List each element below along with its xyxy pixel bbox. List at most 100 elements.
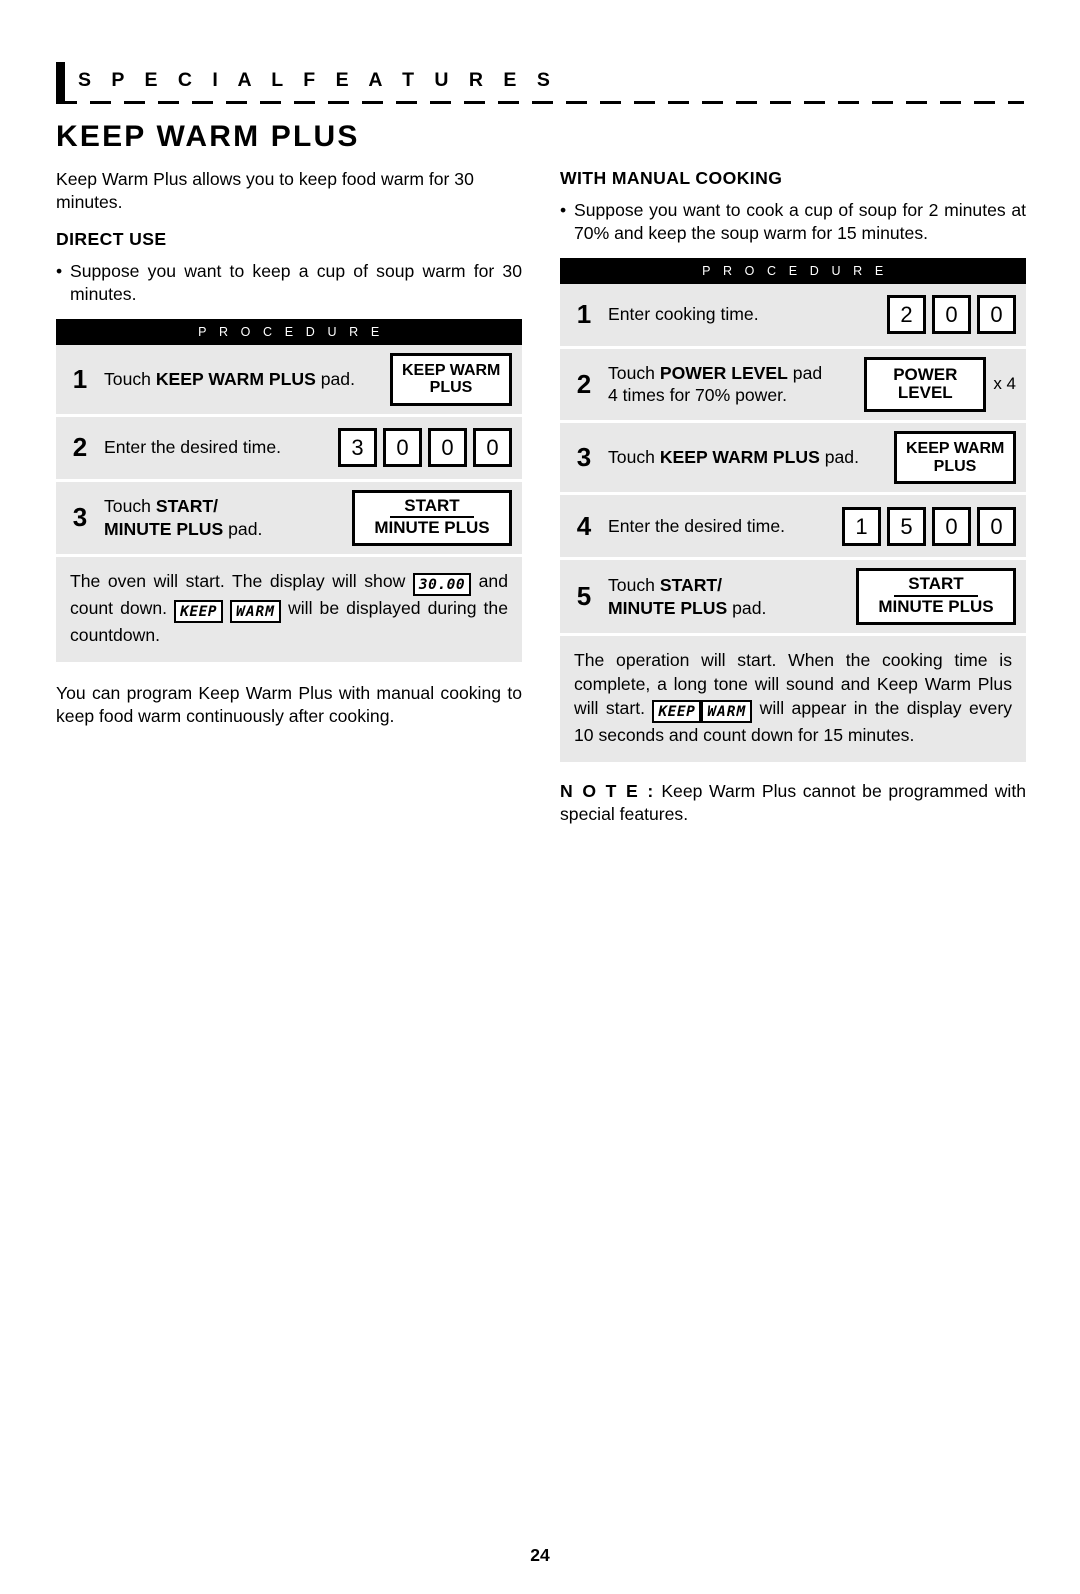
step-text: Touch START/MINUTE PLUS pad. <box>608 574 856 620</box>
step-number: 1 <box>72 363 88 394</box>
pad-label-line1: KEEP WARM <box>906 440 1005 458</box>
step-action: KEEP WARM PLUS <box>390 352 512 406</box>
step-text-suffix: pad. <box>223 518 263 539</box>
digit-key[interactable]: 1 <box>842 506 881 546</box>
left-column: Keep Warm Plus allows you to keep food w… <box>56 168 522 742</box>
step-number: 5 <box>576 581 592 612</box>
table-row: 1 Touch KEEP WARM PLUS pad. KEEP WARM PL… <box>56 344 522 414</box>
step-text-line2: 4 times for 70% power. <box>608 385 787 406</box>
header-dashed-rule <box>56 101 1024 104</box>
step-action: START MINUTE PLUS <box>352 489 512 547</box>
keep-warm-plus-pad[interactable]: KEEP WARM PLUS <box>390 352 512 406</box>
step-number: 2 <box>72 432 88 463</box>
step-number: 4 <box>576 510 592 541</box>
left-bullet: • Suppose you want to keep a cup of soup… <box>56 260 522 307</box>
table-row: 4 Enter the desired time. 1 5 0 0 <box>560 495 1026 558</box>
step-text-prefix: Touch <box>608 447 660 468</box>
digit-key[interactable]: 0 <box>428 428 467 468</box>
step-action: START MINUTE PLUS <box>856 568 1016 625</box>
digit-key[interactable]: 0 <box>932 506 971 546</box>
subheading-direct-use: DIRECT USE <box>56 228 167 249</box>
step-text-suffix: pad. <box>819 447 859 468</box>
step-text-prefix: Touch <box>608 574 660 595</box>
keep-warm-plus-pad[interactable]: KEEP WARM PLUS <box>894 431 1016 485</box>
step-text-suffix: pad. <box>315 368 355 389</box>
step-text-bold: START/ <box>659 574 723 595</box>
note-label: N O T E : <box>560 780 655 801</box>
right-column: WITH MANUAL COOKING • Suppose you want t… <box>560 168 1026 840</box>
result-note-part1: The oven will start. The display will sh… <box>70 571 413 592</box>
section-tab-mark <box>56 62 65 102</box>
table-row: 5 Touch START/MINUTE PLUS pad. START MIN… <box>560 560 1026 633</box>
step-text-prefix: Touch <box>104 496 156 517</box>
final-note: N O T E : Keep Warm Plus cannot be progr… <box>560 780 1026 827</box>
step-number: 3 <box>576 442 592 473</box>
right-procedure-table: P R O C E D U R E 1 Enter cooking time. … <box>560 257 1026 762</box>
step-text: Touch KEEP WARM PLUS pad. <box>104 368 390 391</box>
table-row: 3 Touch START/MINUTE PLUS pad. START MIN… <box>56 481 522 555</box>
digit-key[interactable]: 0 <box>932 295 971 335</box>
lcd-display-warm: WARM <box>701 700 753 724</box>
pad-label-line2: PLUS <box>429 379 473 397</box>
running-header: S P E C I A L F E A T U R E S <box>56 52 1024 112</box>
pad-label-line2: LEVEL <box>897 383 953 403</box>
power-level-pad[interactable]: POWER LEVEL <box>864 356 987 413</box>
step-text: Enter cooking time. <box>608 304 759 325</box>
left-bullet-text: Suppose you want to keep a cup of soup w… <box>70 260 522 305</box>
table-row: 2 Enter the desired time. 3 0 0 0 <box>56 416 522 479</box>
step-text: Enter the desired time. <box>608 515 786 536</box>
pad-label-line1: KEEP WARM <box>402 361 501 379</box>
page-number: 24 <box>530 1545 550 1565</box>
lcd-display-keep: KEEP <box>652 700 702 724</box>
digit-key-group: 2 0 0 <box>887 295 1016 335</box>
digit-key[interactable]: 5 <box>887 506 926 546</box>
step-number: 1 <box>576 299 592 330</box>
step-action: 1 5 0 0 <box>842 506 1016 546</box>
pad-label-line2: PLUS <box>933 457 977 475</box>
step-text-bold: POWER LEVEL <box>659 362 788 383</box>
lcd-display-keep: KEEP <box>174 600 224 624</box>
lcd-display-warm: WARM <box>230 600 282 624</box>
pad-label-line2: MINUTE PLUS <box>374 518 490 538</box>
feature-intro-text: Keep Warm Plus allows you to keep food w… <box>56 169 474 213</box>
page-title: KEEP WARM PLUS <box>56 120 360 153</box>
step-action: 2 0 0 <box>887 295 1016 335</box>
pad-label-line1: START <box>390 496 474 519</box>
subheading-with-manual-cooking: WITH MANUAL COOKING <box>560 168 783 188</box>
digit-key[interactable]: 0 <box>977 506 1016 546</box>
step-text-bold2: MINUTE PLUS <box>104 518 224 539</box>
step-text-bold: START/ <box>155 496 219 517</box>
step-text-bold: KEEP WARM PLUS <box>659 447 820 468</box>
left-procedure-header: P R O C E D U R E <box>56 318 522 345</box>
table-row: 2 Touch POWER LEVEL pad 4 times for 70% p… <box>560 348 1026 421</box>
bullet-dot-icon: • <box>560 200 567 220</box>
digit-key[interactable]: 3 <box>338 428 377 468</box>
digit-key[interactable]: 0 <box>383 428 422 468</box>
pad-label-line1: POWER <box>893 364 958 384</box>
step-text: Touch POWER LEVEL pad 4 times for 70% pow… <box>608 362 864 408</box>
left-closing-paragraph: You can program Keep Warm Plus with manu… <box>56 682 522 727</box>
table-row: 1 Enter cooking time. 2 0 0 <box>560 283 1026 346</box>
step-text: Touch KEEP WARM PLUS pad. <box>608 446 894 469</box>
start-minute-plus-pad[interactable]: START MINUTE PLUS <box>856 568 1016 625</box>
left-result-note: The oven will start. The display will sh… <box>56 557 522 662</box>
pad-label-line2: MINUTE PLUS <box>878 597 994 617</box>
step-text: Touch START/MINUTE PLUS pad. <box>104 495 352 541</box>
step-text-bold2: MINUTE PLUS <box>608 597 728 618</box>
right-bullet-text: Suppose you want to cook a cup of soup f… <box>574 200 1026 244</box>
right-bullet: • Suppose you want to cook a cup of soup… <box>560 199 1026 246</box>
digit-key-group: 1 5 0 0 <box>842 506 1016 546</box>
digit-key[interactable]: 0 <box>977 295 1016 335</box>
start-minute-plus-pad[interactable]: START MINUTE PLUS <box>352 489 512 547</box>
digit-key[interactable]: 0 <box>473 428 512 468</box>
lcd-display-time: 30.00 <box>412 573 472 597</box>
step-action: KEEP WARM PLUS <box>894 431 1016 485</box>
bullet-dot-icon: • <box>56 260 63 281</box>
digit-key[interactable]: 2 <box>887 295 926 335</box>
right-procedure-header: P R O C E D U R E <box>560 257 1026 284</box>
manual-page: S P E C I A L F E A T U R E S KEEP WARM … <box>0 52 1080 1594</box>
step-text-suffix: pad <box>787 362 823 383</box>
table-row: 3 Touch KEEP WARM PLUS pad. KEEP WARM PL… <box>560 423 1026 493</box>
press-count-multiplier: x 4 <box>993 374 1016 394</box>
digit-key-group: 3 0 0 0 <box>338 428 512 468</box>
